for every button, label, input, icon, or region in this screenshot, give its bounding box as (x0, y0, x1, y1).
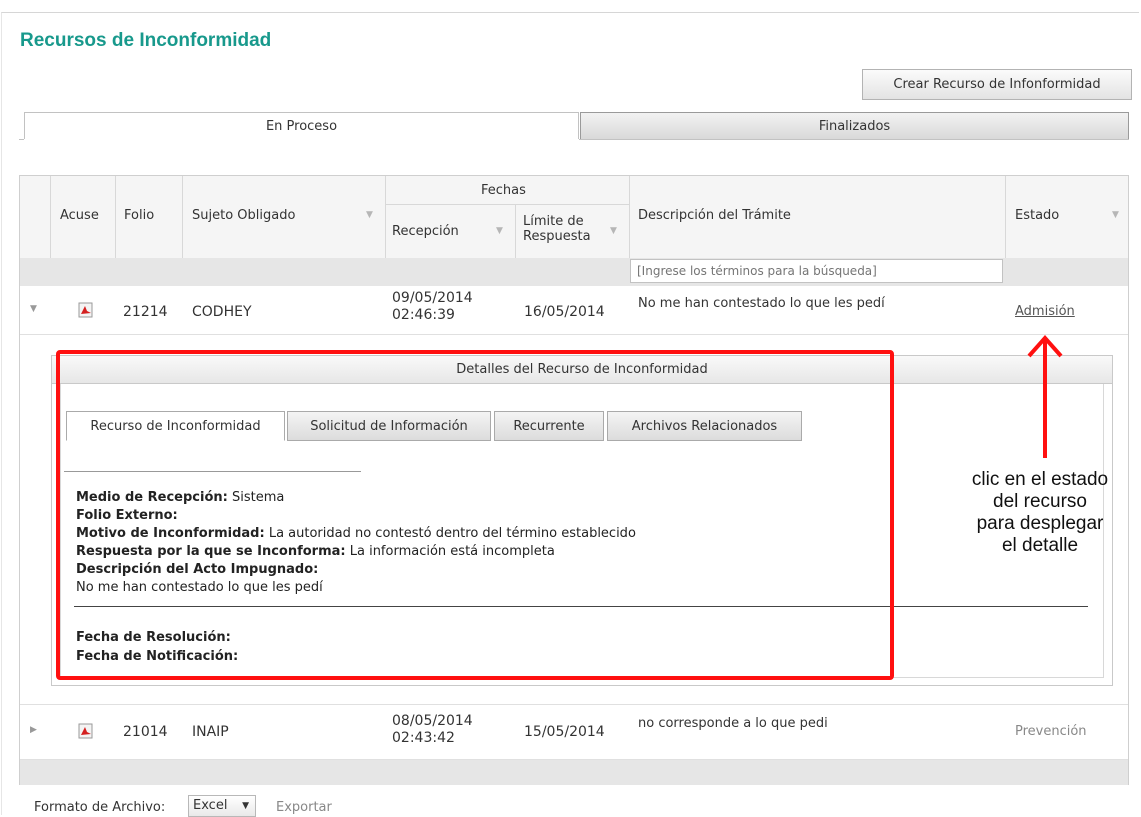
collapse-icon[interactable]: ▼ (30, 304, 37, 314)
annotation-line: el detalle (1001, 535, 1079, 556)
row-descripcion: No me han contestado lo que les pedí (638, 296, 885, 311)
annotation-line: del recurso (993, 491, 1087, 512)
row-recepcion-date: 08/05/2014 (392, 713, 473, 729)
annotation-line: clic en el estado (971, 469, 1109, 490)
col-header-descripcion[interactable]: Descripción del Trámite (638, 208, 791, 223)
col-header-folio[interactable]: Folio (124, 208, 154, 223)
funnel-icon[interactable]: ▼ (610, 226, 617, 236)
col-header-estado[interactable]: Estado (1015, 208, 1059, 223)
pdf-icon[interactable] (78, 723, 94, 739)
format-select[interactable]: Excel ▼ (188, 795, 256, 817)
col-header-sujeto[interactable]: Sujeto Obligado (192, 208, 295, 223)
row-limite: 16/05/2014 (524, 304, 605, 320)
col-header-limite-line1: Límite de (523, 214, 584, 229)
format-select-value: Excel (193, 798, 228, 813)
annotation-line: para desplegar (976, 513, 1104, 534)
header-divider (1005, 176, 1006, 258)
row-sujeto: INAIP (192, 724, 229, 740)
estado-link-prevencion[interactable]: Prevención (1015, 724, 1087, 739)
row-recepcion-date: 09/05/2014 (392, 290, 473, 306)
create-recurso-button[interactable]: Crear Recurso de Infonformidad (862, 69, 1132, 100)
tab-finalizados[interactable]: Finalizados (580, 112, 1129, 140)
funnel-icon[interactable]: ▼ (366, 210, 373, 220)
expand-icon[interactable]: ▶ (30, 725, 37, 735)
header-divider (385, 176, 386, 258)
annotation-text: clic en el estado del recurso para despl… (950, 469, 1130, 557)
chevron-down-icon: ▼ (242, 801, 249, 811)
funnel-icon[interactable]: ▼ (496, 226, 503, 236)
row-sujeto: CODHEY (192, 304, 252, 320)
tab-en-proceso[interactable]: En Proceso (24, 112, 579, 140)
header-divider (50, 176, 51, 258)
pdf-icon[interactable] (78, 302, 94, 318)
header-divider (629, 176, 630, 258)
col-header-acuse[interactable]: Acuse (60, 208, 99, 223)
row-limite: 15/05/2014 (524, 724, 605, 740)
col-header-fechas: Fechas (481, 183, 526, 198)
estado-link-admision[interactable]: Admisión (1015, 304, 1075, 319)
active-tab-gap (24, 139, 579, 140)
row-folio: 21014 (123, 724, 168, 740)
row-descripcion: no corresponde a lo que pedi (638, 716, 828, 731)
export-button[interactable]: Exportar (276, 800, 332, 815)
funnel-icon[interactable]: ▼ (1112, 210, 1119, 220)
annotation-highlight (56, 350, 894, 680)
row-recepcion: 09/05/2014 02:46:39 (392, 290, 473, 324)
row-recepcion-time: 02:46:39 (392, 307, 455, 323)
header-divider (182, 176, 183, 258)
row-recepcion: 08/05/2014 02:43:42 (392, 713, 473, 747)
row-recepcion-time: 02:43:42 (392, 730, 455, 746)
page-title: Recursos de Inconformidad (20, 30, 272, 51)
col-header-limite[interactable]: Límite de Respuesta (523, 214, 591, 244)
annotation-arrow-icon (1027, 334, 1063, 458)
header-divider (386, 204, 629, 205)
header-divider (515, 205, 516, 258)
row-folio: 21214 (123, 304, 168, 320)
search-input[interactable] (630, 259, 1003, 283)
format-label: Formato de Archivo: (34, 800, 166, 815)
grid-footer (20, 760, 1128, 785)
col-header-recepcion[interactable]: Recepción (392, 224, 459, 239)
header-divider (115, 176, 116, 258)
col-header-limite-line2: Respuesta (523, 229, 591, 244)
